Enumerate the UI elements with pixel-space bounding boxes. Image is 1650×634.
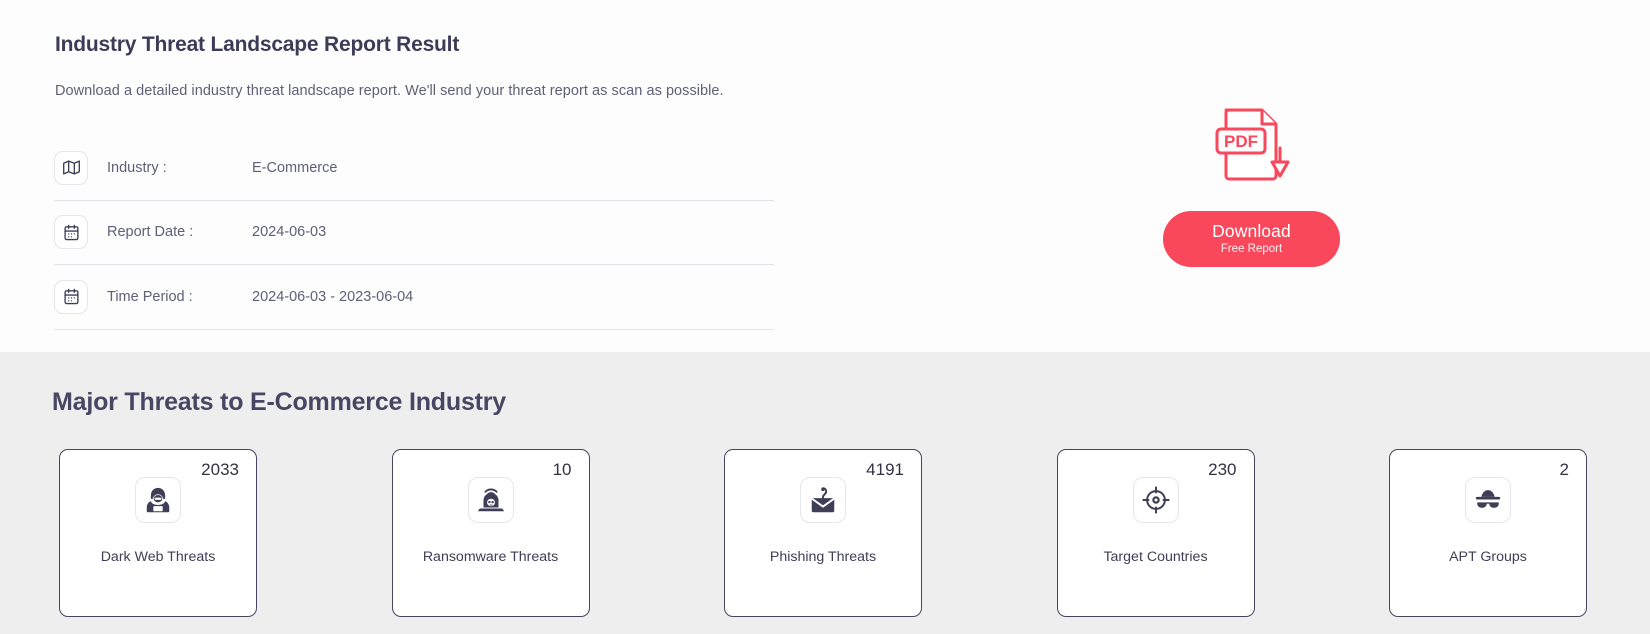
threat-count: 4191: [866, 460, 904, 479]
page-title: Industry Threat Landscape Report Result: [55, 33, 460, 56]
threat-count: 2: [1559, 460, 1569, 479]
major-threats-title: Major Threats to E-Commerce Industry: [52, 388, 507, 416]
threat-count: 2033: [201, 460, 239, 479]
detail-value-time-period: 2024-06-03 - 2023-06-04: [252, 288, 414, 305]
threat-card-ransomware[interactable]: 10 Ransomware Threats: [391, 449, 590, 617]
threat-card-label: Dark Web Threats: [100, 549, 216, 565]
threat-card-phishing[interactable]: 4191 Phishing Threats: [724, 449, 922, 617]
crosshair-target-icon: [1132, 477, 1179, 523]
detail-label-industry: Industry :: [107, 159, 167, 176]
threat-card-label: APT Groups: [1449, 549, 1527, 565]
detail-row-report-date: Report Date : 2024-06-03: [54, 201, 774, 265]
pdf-download-icon: PDF: [1213, 104, 1298, 189]
threat-card-apt-groups[interactable]: 2 APT Groups: [1389, 449, 1587, 617]
detail-label-report-date: Report Date :: [107, 224, 194, 241]
ransomware-laptop-skull-icon: [467, 477, 514, 523]
detail-row-industry: Industry : E-Commerce: [54, 136, 774, 201]
report-page: Industry Threat Landscape Report Result …: [0, 0, 1650, 634]
phishing-envelope-hook-icon: [800, 477, 846, 523]
download-free-report-button[interactable]: Download Free Report: [1163, 211, 1340, 267]
detail-value-report-date: 2024-06-03: [252, 224, 327, 241]
download-button-label: Download: [1212, 221, 1291, 241]
detail-label-time-period: Time Period :: [107, 288, 193, 305]
detail-row-time-period: Time Period : 2024-06-03 - 2023-06-04: [54, 265, 774, 330]
report-description: Download a detailed industry threat land…: [55, 83, 724, 99]
threat-card-label: Target Countries: [1103, 549, 1208, 565]
report-details-list: Industry : E-Commerce Report Date: 2024…: [54, 136, 774, 330]
threat-count: 230: [1208, 460, 1237, 479]
major-threats-section: Major Threats to E-Commerce Industry 203…: [0, 352, 1650, 634]
hacker-icon: [135, 477, 181, 523]
threat-card-dark-web[interactable]: 2033 Dark Web Threats: [59, 449, 257, 617]
threat-cards-row: 2033 Dark Web Threats 10 Ransomware Thre…: [59, 449, 1587, 617]
download-button-sublabel: Free Report: [1220, 243, 1283, 255]
threat-card-label: Phishing Threats: [769, 549, 877, 565]
threat-card-label: Ransomware Threats: [422, 549, 559, 565]
map-icon: [54, 150, 88, 185]
pdf-badge-text: PDF: [1224, 132, 1258, 151]
detail-value-industry: E-Commerce: [252, 159, 338, 176]
report-result-section: Industry Threat Landscape Report Result …: [0, 0, 1650, 372]
threat-count: 10: [552, 460, 572, 479]
threat-card-target-countries[interactable]: 230 Target Countries: [1056, 449, 1255, 617]
calendar-icon: [54, 215, 88, 250]
calendar-icon: [54, 279, 88, 314]
spy-icon: [1465, 477, 1511, 523]
